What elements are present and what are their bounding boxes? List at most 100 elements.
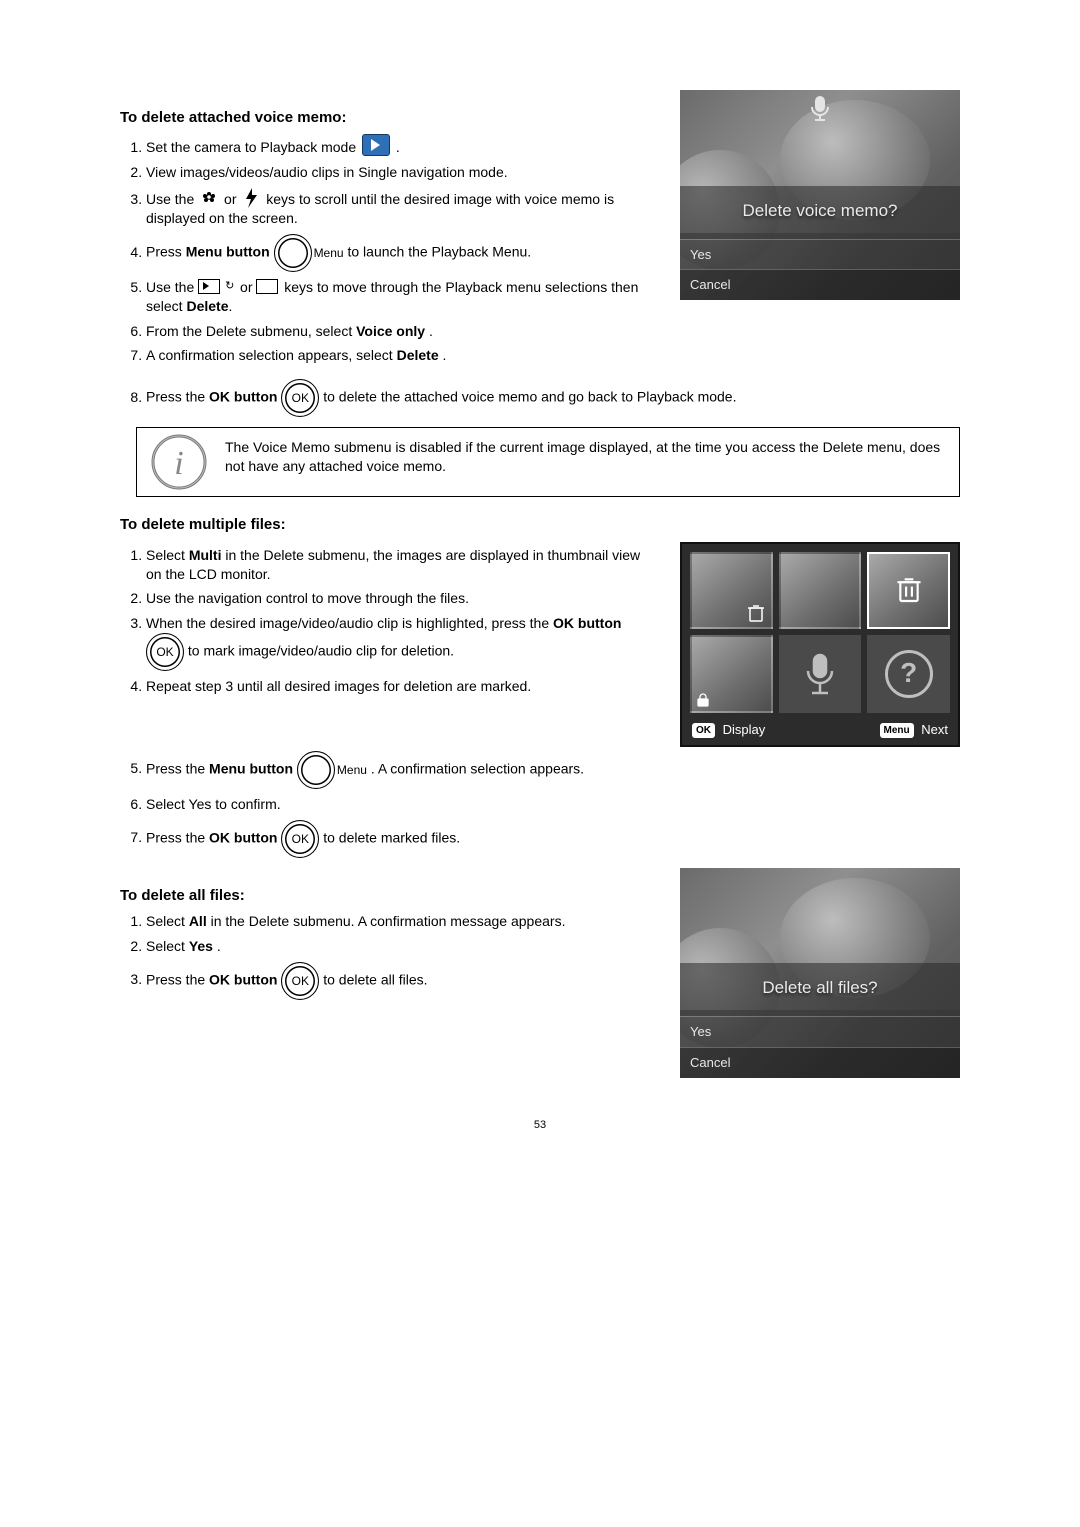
thumbnail[interactable] — [690, 635, 773, 713]
text: A confirmation selection appears, select — [146, 347, 397, 363]
text: to delete the attached voice memo and go… — [323, 389, 736, 405]
dialog-option-yes[interactable]: Yes — [680, 1016, 960, 1047]
list-item: A confirmation selection appears, select… — [146, 346, 658, 365]
dialog-title: Delete voice memo? — [680, 186, 960, 233]
list-item: Select Yes . — [146, 937, 658, 956]
bold-text: Yes — [189, 938, 213, 954]
thumbnail[interactable] — [690, 552, 773, 630]
list-item: Press the Menu button Menu . A confirmat… — [146, 751, 960, 789]
ok-button-icon — [281, 820, 319, 858]
text: . — [217, 938, 221, 954]
menu-button-icon — [274, 234, 312, 272]
text: Press — [146, 244, 186, 260]
svg-text:i: i — [174, 445, 183, 482]
refresh-icon — [222, 281, 234, 294]
bold-text: OK button — [209, 389, 277, 405]
bold-text: OK button — [209, 829, 277, 845]
steps-delete-voice-memo-cont: Press the OK button to delete the attach… — [120, 379, 960, 417]
note-box: i The Voice Memo submenu is disabled if … — [136, 427, 960, 497]
list-item: View images/videos/audio clips in Single… — [146, 163, 658, 182]
flash-down-icon — [242, 188, 260, 208]
thumbnail-unknown[interactable]: ? — [867, 635, 950, 713]
list-item: Press the OK button to delete marked fil… — [146, 820, 960, 858]
text: . — [429, 323, 433, 339]
ok-button-icon — [281, 379, 319, 417]
right-nav-icon — [256, 279, 278, 294]
question-icon: ? — [885, 650, 933, 698]
list-item: Use the or keys to scroll until the desi… — [146, 188, 658, 228]
camera-screenshot-delete-all: Delete all files? Yes Cancel — [680, 868, 960, 1078]
steps-delete-multiple-cont: Press the Menu button Menu . A confirmat… — [120, 751, 960, 858]
bold-text: Voice only — [356, 323, 425, 339]
thumbnail-audio[interactable] — [779, 635, 862, 713]
text: or — [224, 191, 240, 207]
text: . — [229, 298, 233, 314]
text: in the Delete submenu, the images are di… — [146, 547, 640, 582]
text: or — [240, 279, 256, 295]
text: Use the — [146, 191, 198, 207]
list-item: Press Menu button Menu to launch the Pla… — [146, 234, 658, 272]
text: . — [443, 347, 447, 363]
microphone-icon — [806, 94, 834, 122]
text: When the desired image/video/audio clip … — [146, 615, 553, 631]
bold-text: OK button — [209, 971, 277, 987]
menu-label: Menu — [337, 763, 367, 777]
text: . A confirmation selection appears. — [371, 760, 584, 776]
text: to launch the Playback Menu. — [347, 244, 531, 260]
list-item: Press the OK button to delete all files. — [146, 962, 658, 1000]
text: to delete marked files. — [323, 829, 460, 845]
ok-pill: OK — [692, 723, 715, 739]
bold-text: All — [189, 913, 207, 929]
list-item: Select Multi in the Delete submenu, the … — [146, 546, 658, 584]
list-item: Use the or keys to move through the Play… — [146, 278, 658, 316]
ok-button-icon — [146, 633, 184, 671]
text: to mark image/video/audio clip for delet… — [188, 643, 454, 659]
bold-text: OK button — [553, 615, 621, 631]
dialog-option-yes[interactable]: Yes — [680, 239, 960, 270]
list-item: Set the camera to Playback mode . — [146, 134, 658, 157]
steps-delete-all: Select All in the Delete submenu. A conf… — [120, 912, 658, 1000]
text: Select — [146, 547, 189, 563]
left-nav-icon — [198, 279, 220, 294]
steps-delete-multiple: Select Multi in the Delete submenu, the … — [120, 546, 658, 696]
text: Press the — [146, 971, 209, 987]
thumbnail-selected[interactable] — [867, 552, 950, 630]
thumbnail[interactable] — [779, 552, 862, 630]
camera-screenshot-multi-delete: ? OK Display Menu Next — [680, 542, 960, 747]
trash-icon — [747, 603, 765, 623]
text: Press the — [146, 760, 209, 776]
text: to delete all files. — [323, 971, 427, 987]
list-item: Repeat step 3 until all desired images f… — [146, 677, 658, 696]
menu-button-icon — [297, 751, 335, 789]
page-number: 53 — [120, 1118, 960, 1133]
list-item: Use the navigation control to move throu… — [146, 589, 658, 608]
info-icon: i — [137, 428, 221, 496]
menu-pill: Menu — [880, 723, 914, 739]
list-item: Select Yes to confirm. — [146, 795, 960, 814]
text: Set the camera to Playback mode — [146, 139, 360, 155]
note-text: The Voice Memo submenu is disabled if th… — [221, 428, 959, 496]
heading-delete-multiple-files: To delete multiple files: — [120, 515, 960, 535]
display-label: Display — [723, 722, 766, 737]
list-item: From the Delete submenu, select Voice on… — [146, 322, 658, 341]
heading-delete-voice-memo: To delete attached voice memo: — [120, 108, 658, 128]
text: From the Delete submenu, select — [146, 323, 356, 339]
text: Press the — [146, 829, 209, 845]
bold-text: Delete — [397, 347, 439, 363]
bold-text: Multi — [189, 547, 222, 563]
microphone-icon — [801, 651, 839, 697]
dialog-option-cancel[interactable]: Cancel — [680, 269, 960, 300]
menu-label: Menu — [314, 246, 344, 260]
trash-icon — [896, 575, 922, 605]
bold-text: Menu button — [209, 760, 293, 776]
next-label: Next — [921, 722, 948, 737]
bold-text: Delete — [186, 298, 228, 314]
text: Press the — [146, 389, 209, 405]
bottom-bar: OK Display Menu Next — [690, 719, 950, 745]
camera-screenshot-delete-voice-memo: Delete voice memo? Yes Cancel — [680, 90, 960, 300]
list-item: Press the OK button to delete the attach… — [146, 379, 960, 417]
text: . — [396, 139, 400, 155]
dialog-option-cancel[interactable]: Cancel — [680, 1047, 960, 1078]
text: Use the — [146, 279, 198, 295]
list-item: When the desired image/video/audio clip … — [146, 614, 658, 671]
